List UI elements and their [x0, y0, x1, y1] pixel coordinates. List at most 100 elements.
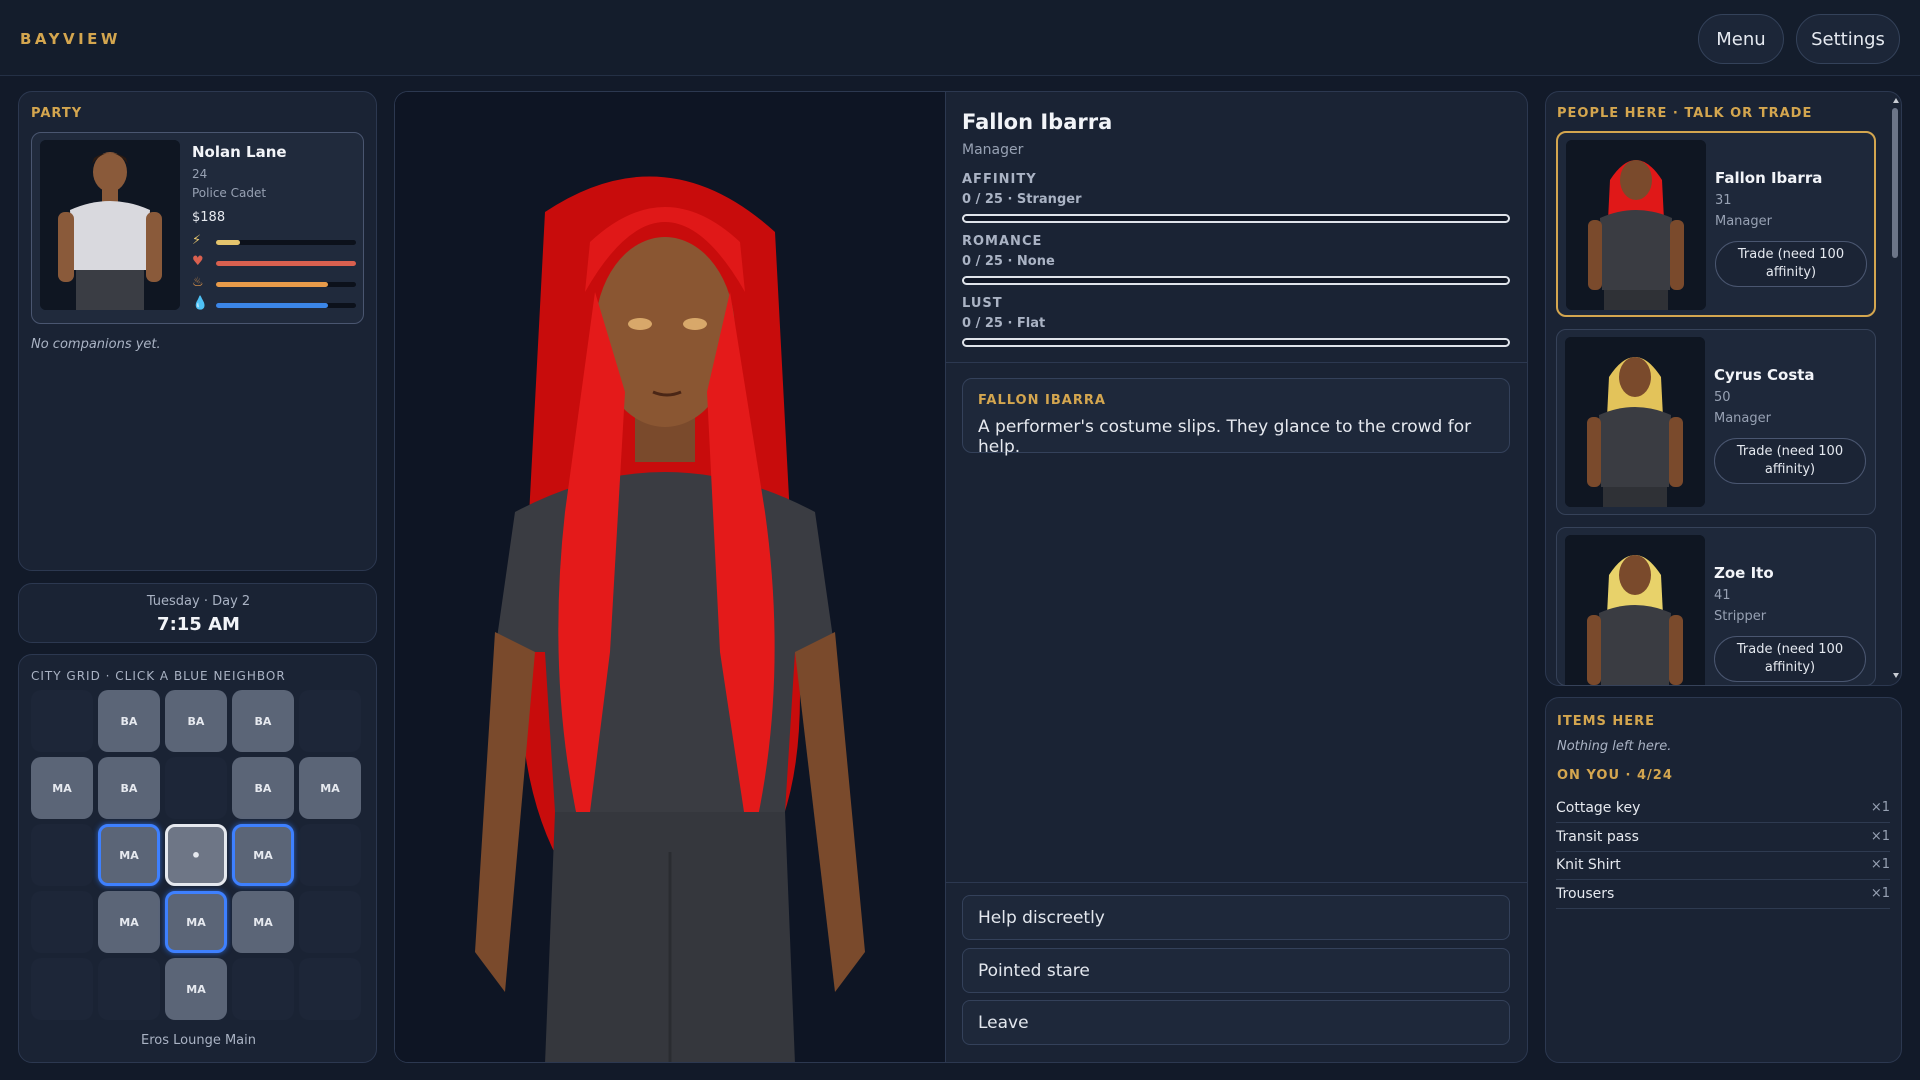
item-qty: ×1 — [1870, 885, 1890, 901]
inventory-item[interactable]: Transit pass ×1 — [1556, 824, 1890, 852]
item-qty: ×1 — [1870, 857, 1890, 872]
meter-value: 0 / 25 · Flat — [962, 316, 1046, 331]
meter-value: 0 / 25 · Stranger — [962, 192, 1082, 207]
menu-button[interactable]: Menu — [1698, 14, 1784, 64]
grid-cell-ma: MA — [165, 958, 227, 1020]
person-age: 41 — [1714, 588, 1731, 603]
person-card[interactable]: Cyrus Costa 50 Manager Trade (need 100 affi… — [1556, 329, 1876, 515]
person-portrait — [1565, 337, 1705, 507]
trade-button[interactable]: Trade (need 100 affinity) — [1715, 241, 1867, 287]
dialogue-speaker: FALLON IBARRA — [978, 393, 1106, 408]
clock-panel: Tuesday · Day 2 7:15 AM — [18, 583, 377, 643]
person-portrait — [1565, 535, 1705, 685]
person-card[interactable]: Zoe Ito 41 Stripper Trade (need 100 affinit… — [1556, 527, 1876, 686]
heart-icon: ♥ — [192, 254, 204, 269]
choice-help-discreetly[interactable]: Help discreetly — [962, 895, 1510, 940]
person-role: Manager — [1715, 214, 1772, 229]
people-title: PEOPLE HERE · TALK OR TRADE — [1557, 106, 1813, 121]
item-name: Trousers — [1556, 885, 1615, 902]
grid-cell-ma: MA — [31, 757, 93, 819]
person-card[interactable]: Fallon Ibarra 31 Manager Trade (need 100 af… — [1556, 131, 1876, 317]
person-portrait — [1566, 140, 1706, 310]
inventory-item[interactable]: Trousers ×1 — [1556, 881, 1890, 909]
player-name: Nolan Lane — [192, 143, 287, 161]
stat-bar — [216, 240, 356, 245]
item-name: Transit pass — [1556, 828, 1639, 845]
item-name: Cottage key — [1556, 800, 1641, 816]
party-panel: PARTY Nolan Lane 24 Police Cadet $188 ⚡ ♥… — [18, 91, 377, 571]
day-label: Tuesday · Day 2 — [146, 594, 251, 609]
grid-cell-ma: MA — [232, 891, 294, 953]
item-qty: ×1 — [1870, 828, 1890, 844]
grid-cell-ba: BA — [98, 757, 160, 819]
stat-bar — [216, 303, 356, 308]
food-icon: ♨ — [192, 275, 204, 290]
grid-cell-ma: MA — [299, 757, 361, 819]
npc-name: Fallon Ibarra — [962, 110, 1113, 134]
grid-empty-cell — [31, 891, 93, 953]
person-name: Fallon Ibarra — [1715, 169, 1823, 187]
grid-empty-cell — [98, 958, 160, 1020]
grid-empty-cell — [31, 824, 93, 886]
city-grid-panel: CITY GRID · CLICK A BLUE NEIGHBOR BA BA BA… — [18, 654, 377, 1063]
grid-empty-cell — [299, 824, 361, 886]
player-role: Police Cadet — [192, 186, 267, 200]
meter-label: ROMANCE — [962, 234, 1043, 249]
player-age: 24 — [192, 167, 208, 181]
grid-cell-ba: BA — [232, 690, 294, 752]
grid-empty-cell — [31, 958, 93, 1020]
stat-bar — [216, 282, 356, 287]
meter-bar — [962, 214, 1510, 223]
inventory-item[interactable]: Knit Shirt ×1 — [1556, 852, 1890, 880]
dialogue-text: A performer's costume slips. They glance… — [978, 417, 1472, 457]
settings-button[interactable]: Settings — [1796, 14, 1900, 64]
grid-cell-ma[interactable]: MA — [98, 824, 160, 886]
player-money: $188 — [192, 210, 226, 225]
dialogue-box: FALLON IBARRA A performer's costume slip… — [962, 378, 1510, 457]
grid-empty-cell — [165, 757, 227, 819]
player-portrait — [40, 140, 180, 310]
trade-button[interactable]: Trade (need 100 affinity) — [1714, 438, 1866, 484]
meter-label: AFFINITY — [962, 172, 1037, 187]
people-scrollbar[interactable] — [1892, 98, 1899, 678]
location-name: Eros Lounge Main — [141, 1033, 256, 1048]
npc-portrait-large — [395, 92, 945, 1062]
person-name: Cyrus Costa — [1714, 366, 1815, 384]
grid-empty-cell — [299, 690, 361, 752]
meter-bar — [962, 338, 1510, 347]
stat-bar — [216, 261, 356, 266]
trade-button[interactable]: Trade (need 100 affinity) — [1714, 636, 1866, 682]
energy-icon: ⚡ — [192, 233, 202, 248]
brand-logo: BAYVIEW — [20, 30, 121, 48]
grid-cell-ma: MA — [98, 891, 160, 953]
party-member-card[interactable]: Nolan Lane 24 Police Cadet $188 ⚡ ♥ ♨ 💧 — [31, 132, 364, 324]
city-grid-title: CITY GRID · CLICK A BLUE NEIGHBOR — [31, 669, 286, 683]
items-title: ITEMS HERE — [1557, 714, 1656, 729]
grid-empty-cell — [299, 958, 361, 1020]
companions-note: No companions yet. — [31, 337, 161, 352]
grid-cell-ba: BA — [232, 757, 294, 819]
water-icon: 💧 — [192, 296, 209, 311]
npc-role: Manager — [962, 142, 1024, 158]
grid-empty-cell — [31, 690, 93, 752]
party-title: PARTY — [31, 106, 83, 121]
item-name: Knit Shirt — [1556, 857, 1621, 873]
choice-leave[interactable]: Leave — [962, 1000, 1510, 1045]
items-empty-note: Nothing left here. — [1557, 739, 1672, 754]
grid-cell-ma[interactable]: MA — [165, 891, 227, 953]
person-age: 50 — [1714, 390, 1731, 405]
person-age: 31 — [1715, 193, 1732, 208]
time-label: 7:15 AM — [157, 614, 240, 635]
item-qty: ×1 — [1870, 800, 1890, 815]
grid-cell-ba: BA — [165, 690, 227, 752]
meter-label: LUST — [962, 296, 1003, 311]
grid-cell-ma[interactable]: MA — [232, 824, 294, 886]
grid-empty-cell — [232, 958, 294, 1020]
grid-empty-cell — [299, 891, 361, 953]
grid-cell-ba: BA — [98, 690, 160, 752]
grid-cell-current: • — [165, 824, 227, 886]
person-role: Stripper — [1714, 609, 1767, 624]
person-role: Manager — [1714, 411, 1771, 426]
inventory-item[interactable]: Cottage key ×1 — [1556, 795, 1890, 823]
choice-pointed-stare[interactable]: Pointed stare — [962, 948, 1510, 993]
